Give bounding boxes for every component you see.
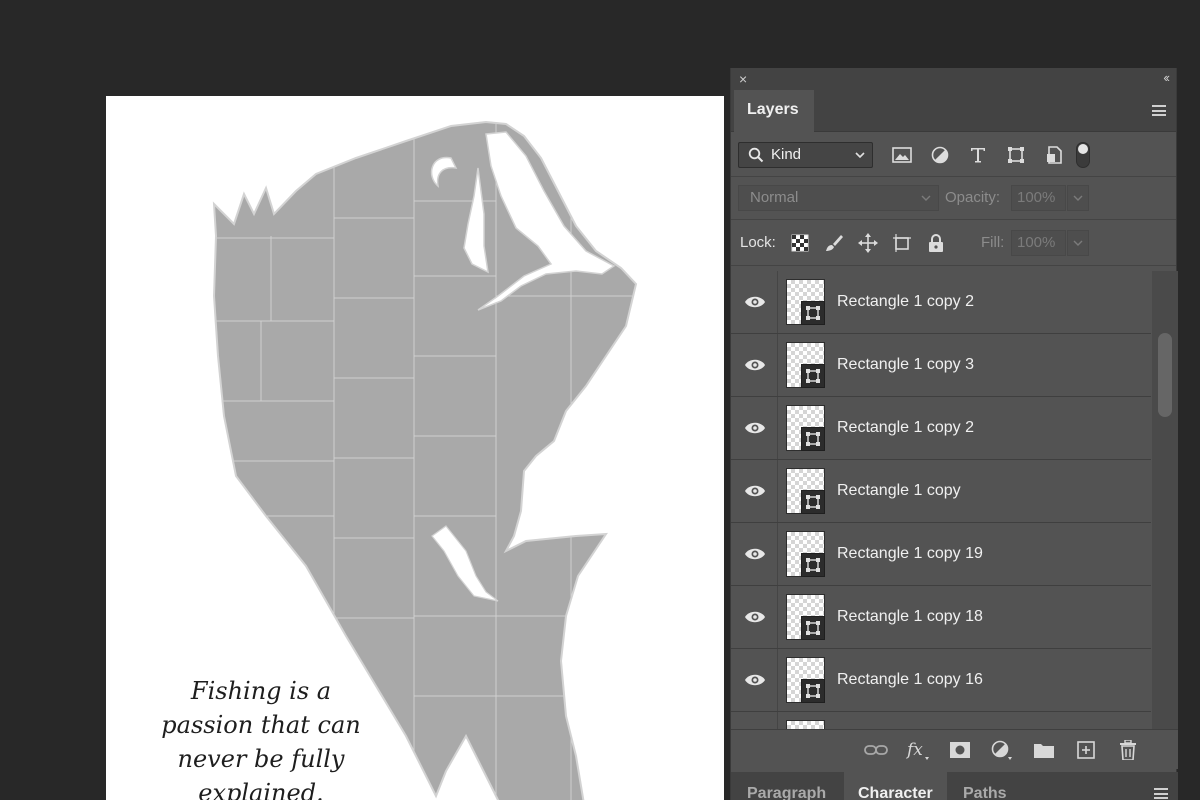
layer-row[interactable]: Rectangle 1 copy 3: [731, 334, 1151, 397]
chevron-down-icon: [1073, 240, 1083, 246]
layer-name: Rectangle 1 copy 3: [837, 356, 974, 373]
close-panel-icon[interactable]: ×: [739, 71, 747, 87]
new-group-icon[interactable]: [1030, 738, 1058, 762]
add-mask-icon[interactable]: [946, 738, 974, 762]
panel-tab-bar: Layers: [731, 90, 1176, 132]
collapse-panel-icon[interactable]: ‹‹: [1163, 70, 1170, 85]
layers-scrollbar[interactable]: [1152, 271, 1178, 729]
panel-menu-icon[interactable]: [1152, 105, 1166, 116]
adjustment-layer-icon[interactable]: [988, 738, 1016, 762]
lock-label: Lock:: [740, 234, 776, 251]
opacity-dropdown-button[interactable]: [1067, 185, 1089, 211]
layer-name: Rectangle 1 copy 2: [837, 419, 974, 436]
layer-row[interactable]: [731, 712, 1151, 729]
row-divider: [777, 523, 778, 585]
layer-row[interactable]: Rectangle 1 copy: [731, 460, 1151, 523]
chevron-down-icon: [855, 152, 865, 159]
eye-visibility-icon[interactable]: [744, 356, 766, 374]
row-divider: [777, 586, 778, 648]
layers-action-bar: fx: [731, 729, 1178, 769]
quote-line: never be fully: [177, 745, 345, 773]
blend-mode-value: Normal: [750, 189, 799, 206]
opacity-label: Opacity:: [945, 189, 1001, 206]
layers-panel: × ‹‹ Layers Kind Normal Opacity: 100% Lo…: [730, 68, 1178, 800]
layer-row[interactable]: Rectangle 1 copy 19: [731, 523, 1151, 586]
eye-visibility-icon[interactable]: [744, 545, 766, 563]
fill-label: Fill:: [981, 234, 1005, 251]
blend-mode-row: Normal Opacity: 100%: [731, 177, 1176, 220]
quote-text: Fishing is a passion that can never be f…: [146, 674, 376, 800]
secondary-panel-menu-icon[interactable]: [1154, 788, 1168, 799]
layer-row[interactable]: Rectangle 1 copy 18: [731, 586, 1151, 649]
row-divider: [777, 649, 778, 711]
new-layer-icon[interactable]: [1072, 738, 1100, 762]
panel-title-bar: × ‹‹: [731, 68, 1176, 90]
layer-thumbnail: [786, 720, 825, 729]
lock-image-pixels-icon[interactable]: [822, 231, 846, 255]
quote-line: passion that can: [161, 711, 361, 739]
adjustment-filter-icon[interactable]: [926, 141, 954, 169]
row-divider: [777, 334, 778, 396]
svg-text:fx: fx: [905, 740, 923, 760]
fill-dropdown-button[interactable]: [1067, 230, 1089, 256]
shape-layer-badge-icon: [801, 364, 825, 388]
shape-layer-badge-icon: [801, 427, 825, 451]
layer-filter-row: Kind: [731, 132, 1176, 177]
row-divider: [777, 271, 778, 333]
type-filter-icon[interactable]: [964, 141, 992, 169]
lock-transparent-pixels-icon[interactable]: [788, 231, 812, 255]
layer-name: Rectangle 1 copy 16: [837, 671, 983, 688]
opacity-input[interactable]: 100%: [1011, 185, 1066, 211]
layer-row[interactable]: Rectangle 1 copy 2: [731, 397, 1151, 460]
secondary-tab-bar: Paragraph Character Paths: [731, 772, 1178, 800]
scrollbar-thumb[interactable]: [1158, 333, 1172, 417]
shape-layer-badge-icon: [801, 616, 825, 640]
fx-icon[interactable]: fx: [904, 738, 932, 762]
eye-visibility-icon[interactable]: [744, 482, 766, 500]
delete-layer-icon[interactable]: [1114, 738, 1142, 762]
layer-name: Rectangle 1 copy 19: [837, 545, 983, 562]
layer-row[interactable]: Rectangle 1 copy 2: [731, 271, 1151, 334]
eye-visibility-icon[interactable]: [744, 293, 766, 311]
shape-filter-icon[interactable]: [1002, 141, 1030, 169]
chevron-down-icon: [921, 195, 931, 201]
eye-visibility-icon[interactable]: [744, 419, 766, 437]
shape-layer-badge-icon: [801, 679, 825, 703]
image-filter-icon[interactable]: [888, 141, 916, 169]
smart-object-filter-icon[interactable]: [1040, 141, 1068, 169]
filter-toggle-switch[interactable]: [1076, 142, 1090, 168]
row-divider: [777, 397, 778, 459]
tab-paragraph[interactable]: Paragraph: [733, 772, 840, 800]
shape-layer-badge-icon: [801, 301, 825, 325]
lock-artboard-icon[interactable]: [890, 231, 914, 255]
layers-list[interactable]: Rectangle 1 copy 2 Rectangle 1 copy 3 Re…: [731, 271, 1151, 729]
layer-row[interactable]: Rectangle 1 copy 16: [731, 649, 1151, 712]
row-divider: [777, 460, 778, 522]
tab-paths[interactable]: Paths: [949, 772, 1021, 800]
eye-visibility-icon[interactable]: [744, 608, 766, 626]
chevron-down-icon: [1073, 195, 1083, 201]
document-canvas[interactable]: Fishing is a passion that can never be f…: [106, 96, 724, 800]
tab-character[interactable]: Character: [844, 772, 947, 800]
shape-layer-badge-icon: [801, 490, 825, 514]
tab-layers[interactable]: Layers: [734, 90, 814, 132]
quote-line: Fishing is a: [190, 677, 332, 705]
lock-position-icon[interactable]: [856, 231, 880, 255]
filter-kind-label: Kind: [771, 146, 802, 163]
shape-layer-badge-icon: [801, 553, 825, 577]
layer-name: Rectangle 1 copy: [837, 482, 961, 499]
quote-line: explained.: [198, 779, 324, 800]
lock-row: Lock: Fill: 100%: [731, 220, 1176, 266]
search-icon: [748, 147, 764, 163]
layer-name: Rectangle 1 copy 2: [837, 293, 974, 310]
blend-mode-dropdown[interactable]: Normal: [738, 185, 939, 211]
eye-visibility-icon[interactable]: [744, 671, 766, 689]
row-divider: [777, 712, 778, 729]
layer-name: Rectangle 1 copy 18: [837, 608, 983, 625]
lock-all-icon[interactable]: [924, 231, 948, 255]
filter-kind-dropdown[interactable]: Kind: [738, 142, 873, 168]
link-layers-icon[interactable]: [862, 738, 890, 762]
fill-input[interactable]: 100%: [1011, 230, 1066, 256]
